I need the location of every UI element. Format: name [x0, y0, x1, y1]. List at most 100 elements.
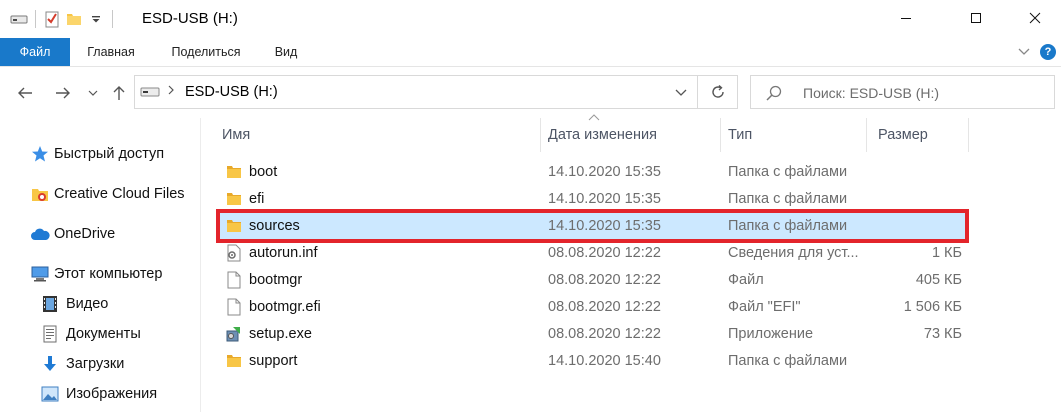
file-date: 14.10.2020 15:35 — [548, 163, 661, 180]
arrow-right-icon — [56, 87, 70, 99]
help-button[interactable]: ? — [1040, 38, 1056, 66]
nav-item-creative-cloud[interactable]: Creative Cloud Files — [30, 181, 185, 207]
setup-info-icon — [224, 243, 244, 263]
customize-toolbar-icon[interactable] — [85, 9, 107, 29]
nav-item-label: OneDrive — [54, 226, 116, 242]
nav-item-this-pc[interactable]: Этот компьютер — [30, 261, 162, 287]
column-divider[interactable] — [720, 118, 721, 152]
file-icon — [224, 297, 244, 317]
nav-item-label: Этот компьютер — [54, 266, 163, 282]
nav-item-label: Creative Cloud Files — [54, 186, 185, 202]
tab-home[interactable]: Главная — [76, 38, 146, 66]
file-date: 08.08.2020 12:22 — [548, 244, 661, 261]
cloud-icon — [30, 224, 50, 244]
tab-view[interactable]: Вид — [266, 38, 306, 66]
back-button[interactable] — [12, 81, 38, 105]
file-type: Папка с файлами — [728, 163, 848, 180]
file-name: support — [249, 352, 298, 369]
tab-share[interactable]: Поделиться — [160, 38, 252, 66]
breadcrumb-separator-icon[interactable] — [167, 83, 175, 99]
column-divider[interactable] — [540, 118, 541, 152]
drive-icon[interactable] — [8, 9, 30, 29]
column-header-name[interactable]: Имя — [216, 118, 536, 152]
chevron-down-icon — [675, 89, 687, 96]
search-input[interactable]: Поиск: ESD-USB (H:) — [803, 85, 939, 101]
search-box[interactable]: Поиск: ESD-USB (H:) — [750, 75, 1055, 109]
file-type: Файл — [728, 271, 764, 288]
column-header-date[interactable]: Дата изменения — [542, 118, 718, 152]
pane-divider[interactable] — [200, 118, 201, 412]
nav-item-label: Загрузки — [66, 356, 125, 372]
file-size — [866, 347, 962, 374]
refresh-button[interactable] — [698, 75, 738, 109]
nav-item-documents[interactable]: Документы — [40, 321, 141, 347]
minimize-button[interactable] — [883, 0, 929, 36]
expand-ribbon-button[interactable] — [1018, 38, 1030, 66]
nav-item-videos[interactable]: Видео — [40, 291, 108, 317]
column-header-size[interactable]: Размер — [872, 118, 968, 152]
folder-icon — [224, 216, 244, 236]
file-row[interactable]: support 14.10.2020 15:40 Папка с файлами — [216, 347, 968, 374]
nav-item-quick-access[interactable]: Быстрый доступ — [30, 141, 164, 167]
file-type: Папка с файлами — [728, 352, 848, 369]
file-date: 14.10.2020 15:35 — [548, 217, 661, 234]
file-size — [866, 185, 962, 212]
downloads-icon — [40, 354, 60, 374]
forward-button[interactable] — [50, 81, 76, 105]
creative-cloud-icon — [30, 184, 50, 204]
file-row[interactable]: efi 14.10.2020 15:35 Папка с файлами — [216, 185, 968, 212]
file-name: setup.exe — [249, 325, 312, 342]
file-date: 08.08.2020 12:22 — [548, 271, 661, 288]
column-divider[interactable] — [866, 118, 867, 152]
file-type: Приложение — [728, 325, 814, 342]
file-row[interactable]: bootmgr 08.08.2020 12:22 Файл 405 КБ — [216, 266, 968, 293]
window-title: ESD-USB (H:) — [142, 10, 238, 27]
up-button[interactable] — [106, 81, 132, 105]
breadcrumb[interactable]: ESD-USB (H:) — [185, 84, 278, 100]
nav-item-label: Быстрый доступ — [54, 146, 165, 162]
setup-exe-icon — [224, 324, 244, 344]
file-size — [866, 158, 962, 185]
minimize-icon — [901, 18, 911, 19]
star-icon — [30, 144, 50, 164]
maximize-button[interactable] — [953, 0, 999, 36]
file-row-selected[interactable]: sources 14.10.2020 15:35 Папка с файлами — [216, 212, 968, 239]
file-type: Папка с файлами — [728, 190, 848, 207]
title-bar: ESD-USB (H:) — [0, 0, 1061, 38]
file-name: sources — [249, 217, 300, 234]
new-folder-icon[interactable] — [63, 9, 85, 29]
toolbar-divider — [112, 10, 113, 28]
address-bar[interactable]: ESD-USB (H:) — [134, 75, 698, 109]
column-headers: Имя Дата изменения Тип Размер — [216, 114, 976, 152]
file-name: bootmgr.efi — [249, 298, 321, 315]
video-icon — [40, 294, 60, 314]
nav-item-label: Изображения — [66, 386, 158, 402]
file-size — [866, 212, 962, 239]
pictures-icon — [40, 384, 60, 404]
tab-file[interactable]: Файл — [0, 38, 70, 66]
nav-item-pictures[interactable]: Изображения — [40, 381, 157, 407]
recent-locations-button[interactable] — [84, 81, 102, 105]
nav-item-downloads[interactable]: Загрузки — [40, 351, 124, 377]
file-row[interactable]: bootmgr.efi 08.08.2020 12:22 Файл "EFI" … — [216, 293, 968, 320]
nav-item-label: Видео — [66, 296, 109, 312]
file-row[interactable]: boot 14.10.2020 15:35 Папка с файлами — [216, 158, 968, 185]
address-toolbar: ESD-USB (H:) Поиск: ESD-USB (H:) — [0, 66, 1061, 118]
nav-item-onedrive[interactable]: OneDrive — [30, 221, 115, 247]
file-type: Папка с файлами — [728, 217, 848, 234]
column-header-type[interactable]: Тип — [722, 118, 862, 152]
file-type: Файл "EFI" — [728, 298, 801, 315]
file-name: autorun.inf — [249, 244, 318, 261]
toolbar-divider — [35, 10, 36, 28]
file-row[interactable]: autorun.inf 08.08.2020 12:22 Сведения дл… — [216, 239, 968, 266]
file-row[interactable]: setup.exe 08.08.2020 12:22 Приложение 73… — [216, 320, 968, 347]
computer-icon — [30, 264, 50, 284]
chevron-down-icon — [1018, 48, 1030, 55]
file-name: boot — [249, 163, 278, 180]
documents-icon — [40, 324, 60, 344]
address-history-button[interactable] — [675, 84, 687, 100]
close-button[interactable] — [1012, 0, 1058, 36]
column-divider[interactable] — [968, 118, 969, 152]
properties-icon[interactable] — [41, 9, 63, 29]
arrow-left-icon — [18, 87, 32, 99]
